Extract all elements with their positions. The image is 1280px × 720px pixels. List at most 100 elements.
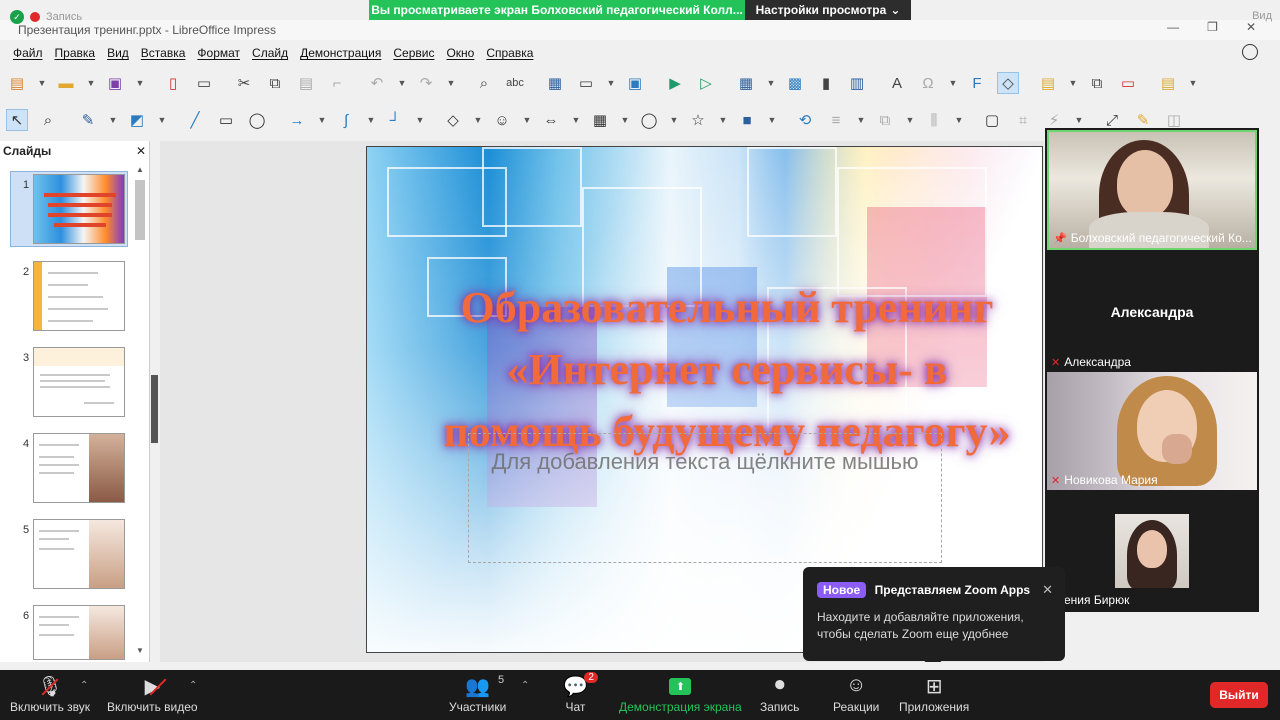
clone-formatting-icon[interactable]: ⌐ — [326, 72, 348, 94]
crop-icon[interactable]: ⌗ — [1012, 109, 1034, 131]
menu-slideshow[interactable]: Демонстрация — [294, 46, 387, 60]
dropdown-arrow-icon[interactable]: ▼ — [954, 109, 964, 131]
undo-icon[interactable]: ↶ — [366, 72, 388, 94]
export-pdf-icon[interactable]: ▯ — [162, 72, 184, 94]
transformations-icon[interactable]: ◇ — [997, 72, 1019, 94]
dropdown-arrow-icon[interactable]: ▼ — [473, 109, 483, 131]
curve-icon[interactable]: ∫ — [335, 109, 357, 131]
dropdown-arrow-icon[interactable]: ▼ — [157, 109, 167, 131]
scroll-thumb[interactable] — [135, 180, 145, 240]
close-icon[interactable]: ✕ — [1042, 582, 1053, 598]
dropdown-arrow-icon[interactable]: ▼ — [718, 109, 728, 131]
slide-thumb-1[interactable]: 1 — [0, 171, 135, 250]
dropdown-arrow-icon[interactable]: ▼ — [397, 72, 407, 94]
dropdown-arrow-icon[interactable]: ▼ — [948, 72, 958, 94]
select-arrow-icon[interactable]: ↖ — [6, 109, 28, 131]
line-icon[interactable]: ╱ — [184, 109, 206, 131]
stars-icon[interactable]: ☆ — [687, 109, 709, 131]
start-first-slide-icon[interactable]: ▶ — [664, 72, 686, 94]
connector-icon[interactable]: ┘ — [384, 109, 406, 131]
menu-file[interactable]: Файл — [7, 46, 49, 60]
audio-options-caret-icon[interactable]: ⌃ — [80, 680, 88, 691]
unmute-button[interactable]: 🎙 Включить звук — [10, 674, 90, 714]
dropdown-arrow-icon[interactable]: ▼ — [1068, 72, 1078, 94]
dropdown-arrow-icon[interactable]: ▼ — [620, 109, 630, 131]
slides-scrollbar[interactable]: ▲ ▼ — [134, 165, 146, 655]
slide-layout-icon[interactable]: ▤ — [1157, 72, 1179, 94]
delete-slide-icon[interactable]: ▭ — [1117, 72, 1139, 94]
fill-color-icon[interactable]: ◩ — [126, 109, 148, 131]
globe-icon[interactable] — [1242, 44, 1258, 60]
menu-slide[interactable]: Слайд — [246, 46, 294, 60]
scroll-down-icon[interactable]: ▼ — [136, 646, 144, 655]
dropdown-arrow-icon[interactable]: ▼ — [606, 72, 616, 94]
view-settings-button[interactable]: Настройки просмотра ⌄ — [745, 0, 911, 20]
restore-icon[interactable]: ❐ — [1207, 20, 1218, 34]
copy-icon[interactable]: ⧉ — [264, 72, 286, 94]
record-button[interactable]: ⏺ Запись — [760, 674, 799, 714]
video-tile-biryuk[interactable]: Ксения Бирюк — [1047, 492, 1257, 610]
participants-caret-icon[interactable]: ⌃ — [521, 680, 529, 691]
dropdown-arrow-icon[interactable]: ▼ — [37, 72, 47, 94]
menu-view[interactable]: Вид — [101, 46, 135, 60]
spelling-icon[interactable]: abc — [504, 72, 526, 94]
rectangle-icon[interactable]: ▭ — [215, 109, 237, 131]
dropdown-arrow-icon[interactable]: ▼ — [415, 109, 425, 131]
fontwork-icon[interactable]: F — [966, 72, 988, 94]
arrange-icon[interactable]: ⧉ — [874, 109, 896, 131]
shadow-icon[interactable]: ▢ — [981, 109, 1003, 131]
paste-icon[interactable]: ▤ — [295, 72, 317, 94]
print-icon[interactable]: ▭ — [193, 72, 215, 94]
menu-window[interactable]: Окно — [440, 46, 480, 60]
dropdown-arrow-icon[interactable]: ▼ — [669, 109, 679, 131]
ellipse-icon[interactable]: ◯ — [246, 109, 268, 131]
slide-thumb-3[interactable]: 3 — [0, 347, 135, 423]
align-icon[interactable]: ≡ — [825, 109, 847, 131]
image-icon[interactable]: ▩ — [784, 72, 806, 94]
3d-objects-icon[interactable]: ■ — [736, 109, 758, 131]
start-video-button[interactable]: ▶ Включить видео — [107, 674, 198, 714]
dropdown-arrow-icon[interactable]: ▼ — [446, 72, 456, 94]
save-icon[interactable]: ▣ — [104, 72, 126, 94]
scroll-up-icon[interactable]: ▲ — [136, 165, 144, 174]
menu-help[interactable]: Справка — [480, 46, 539, 60]
menu-edit[interactable]: Правка — [49, 46, 102, 60]
dropdown-arrow-icon[interactable]: ▼ — [1188, 72, 1198, 94]
symbol-shapes-icon[interactable]: ☺ — [491, 109, 513, 131]
display-views-icon[interactable]: ▭ — [575, 72, 597, 94]
rotate-icon[interactable]: ⟲ — [794, 109, 816, 131]
flowchart-icon[interactable]: ▦ — [589, 109, 611, 131]
dropdown-arrow-icon[interactable]: ▼ — [522, 109, 532, 131]
master-slide-icon[interactable]: ▣ — [624, 72, 646, 94]
callout-icon[interactable]: ◯ — [638, 109, 660, 131]
close-pane-icon[interactable]: ✕ — [136, 144, 146, 158]
arrow-line-icon[interactable]: → — [286, 109, 308, 131]
cut-icon[interactable]: ✂ — [233, 72, 255, 94]
participants-button[interactable]: 👥 5 Участники — [449, 674, 506, 714]
find-replace-icon[interactable]: ⌕ — [473, 72, 495, 94]
apps-button[interactable]: ⊞ Приложения — [899, 674, 969, 714]
start-current-slide-icon[interactable]: ▷ — [695, 72, 717, 94]
basic-shapes-icon[interactable]: ◇ — [442, 109, 464, 131]
dropdown-arrow-icon[interactable]: ▼ — [766, 72, 776, 94]
open-folder-icon[interactable]: ▬ — [55, 72, 77, 94]
menu-insert[interactable]: Вставка — [135, 46, 192, 60]
leave-button[interactable]: Выйти — [1210, 682, 1268, 708]
line-color-icon[interactable]: ✎ — [77, 109, 99, 131]
slide-thumb-5[interactable]: 5 — [0, 519, 135, 595]
video-tile-host[interactable]: 📌 Болховский педагогический Ко... — [1047, 130, 1257, 250]
redo-icon[interactable]: ↷ — [415, 72, 437, 94]
share-screen-button[interactable]: ⬆ Демонстрация экрана — [619, 674, 742, 714]
video-tile-novikova[interactable]: ✕ Новикова Мария — [1047, 372, 1257, 490]
text-placeholder[interactable]: Для добавления текста щёлкните мышью — [468, 433, 942, 563]
view-label[interactable]: Вид — [1252, 10, 1272, 22]
new-slide-icon[interactable]: ▤ — [1037, 72, 1059, 94]
menu-format[interactable]: Формат — [191, 46, 246, 60]
chat-button[interactable]: 💬 2 Чат — [563, 672, 598, 714]
slide-thumb-4[interactable]: 4 — [0, 433, 135, 509]
slide-thumb-2[interactable]: 2 — [0, 261, 135, 337]
dropdown-arrow-icon[interactable]: ▼ — [905, 109, 915, 131]
video-tile-aleksandra[interactable]: Александра ✕ Александра — [1047, 252, 1257, 372]
video-options-caret-icon[interactable]: ⌃ — [189, 680, 197, 691]
dropdown-arrow-icon[interactable]: ▼ — [108, 109, 118, 131]
